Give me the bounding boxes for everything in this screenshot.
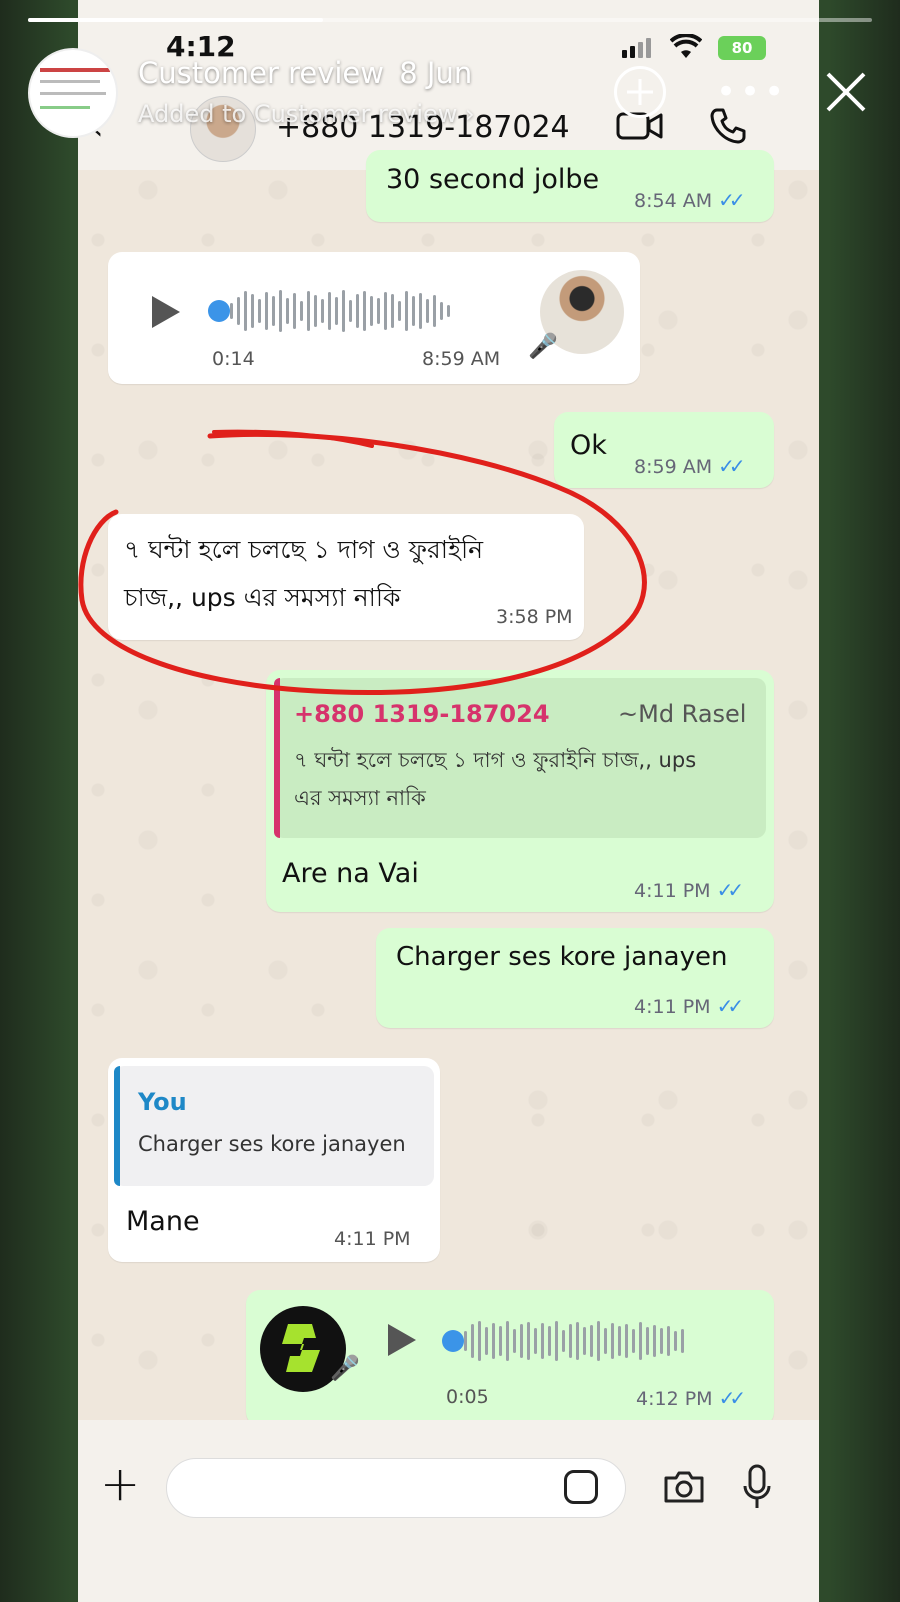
audio-waveform[interactable]	[230, 288, 450, 334]
message-text: 30 second jolbe	[386, 164, 600, 195]
message-text-line-2: চাজ,, ups এর সমস্যা নাকি	[124, 583, 401, 612]
mic-icon: 🎤	[528, 332, 558, 360]
story-date: 8 Jun	[399, 56, 473, 90]
story-subtitle[interactable]: Added to Customer review ›	[138, 100, 475, 128]
message-time: 3:58 PM	[496, 606, 573, 628]
message-input[interactable]	[166, 1458, 626, 1518]
message-time: 4:11 PM ✓✓	[634, 878, 744, 902]
quote-sender: You	[138, 1088, 187, 1116]
message-time: 8:59 AM	[422, 348, 501, 370]
message-bubble-incoming[interactable]: ৭ ঘন্টা হলে চলছে ১ দাগ ও ফুরাইনি চাজ,, u…	[108, 514, 584, 640]
audio-progress-dot[interactable]	[208, 300, 230, 322]
time-label: 4:11 PM	[634, 996, 711, 1018]
message-time: 4:12 PM ✓✓	[636, 1386, 746, 1410]
message-bubble-outgoing[interactable]: 30 second jolbe 8:54 AM ✓✓	[366, 150, 774, 222]
time-label: 8:54 AM	[634, 190, 713, 212]
read-ticks-icon: ✓✓	[718, 1386, 746, 1410]
reply-message-outgoing[interactable]: +880 1319-187024 ~Md Rasel ৭ ঘন্টা হলে চ…	[266, 670, 774, 912]
message-time: 8:54 AM ✓✓	[634, 188, 746, 212]
message-text: Charger ses kore janayen	[396, 942, 728, 972]
add-circle-icon[interactable]	[614, 66, 666, 118]
thumb-preview-line	[40, 92, 106, 95]
time-label: 8:59 AM	[634, 456, 713, 478]
microphone-icon[interactable]	[742, 1464, 772, 1510]
camera-icon[interactable]	[662, 1470, 706, 1504]
message-time: 4:11 PM ✓✓	[634, 994, 744, 1018]
more-icon[interactable]: •••	[716, 72, 788, 112]
chevron-right-icon: ›	[465, 100, 475, 128]
thumb-preview-line	[40, 106, 90, 109]
play-icon[interactable]	[388, 1324, 416, 1356]
plus-icon[interactable]: +	[100, 1456, 140, 1512]
read-ticks-icon: ✓✓	[716, 878, 744, 902]
whatsapp-screenshot: 4:12 80 ‹ +880 1319-187024 30 second jol…	[78, 0, 819, 1602]
quote-text-line-1: ৭ ঘন্টা হলে চলছে ১ দাগ ও ফুরাইনি চাজ,, u…	[294, 748, 697, 772]
audio-duration: 0:14	[212, 348, 255, 370]
story-overlay: Customer review 8 Jun Added to Customer …	[0, 0, 900, 150]
story-title-text: Customer review	[138, 56, 384, 90]
sticker-icon[interactable]	[564, 1470, 598, 1504]
message-time: 4:11 PM	[334, 1228, 411, 1250]
audio-duration: 0:05	[446, 1386, 489, 1408]
time-label: 4:12 PM	[636, 1388, 713, 1410]
quote-text: Charger ses kore janayen	[138, 1132, 406, 1156]
read-ticks-icon: ✓✓	[716, 994, 744, 1018]
story-subtitle-text: Added to Customer review	[138, 100, 458, 128]
message-text: Ok	[570, 430, 607, 461]
quote-sender: +880 1319-187024	[294, 700, 550, 728]
quoted-message[interactable]: You Charger ses kore janayen	[114, 1066, 434, 1186]
quote-bar	[274, 678, 280, 838]
message-bubble-outgoing[interactable]: Ok 8:59 AM ✓✓	[554, 412, 774, 488]
message-time: 8:59 AM ✓✓	[634, 454, 746, 478]
message-text: Are na Vai	[282, 858, 419, 889]
audio-waveform[interactable]	[464, 1318, 684, 1364]
message-input-bar: +	[78, 1420, 819, 1602]
thumb-preview-line	[40, 80, 100, 83]
story-progress-bar	[28, 18, 872, 22]
mic-icon: 🎤	[330, 1354, 360, 1382]
voice-message-outgoing[interactable]: 🎤 0:05 4:12 PM ✓✓	[246, 1290, 774, 1426]
story-progress-fill	[28, 18, 324, 22]
story-thumbnail[interactable]	[28, 48, 118, 138]
quote-bar	[114, 1066, 120, 1186]
message-text-line-1: ৭ ঘন্টা হলে চলছে ১ দাগ ও ফুরাইনি	[124, 535, 484, 564]
play-icon[interactable]	[152, 296, 180, 328]
thumb-preview	[40, 68, 110, 72]
story-title[interactable]: Customer review 8 Jun	[138, 56, 472, 90]
message-bubble-outgoing[interactable]: Charger ses kore janayen 4:11 PM ✓✓	[376, 928, 774, 1028]
quoted-message[interactable]: +880 1319-187024 ~Md Rasel ৭ ঘন্টা হলে চ…	[274, 678, 766, 838]
reply-message-incoming[interactable]: You Charger ses kore janayen Mane 4:11 P…	[108, 1058, 440, 1262]
message-text: Mane	[126, 1206, 200, 1237]
time-label: 4:11 PM	[634, 880, 711, 902]
read-ticks-icon: ✓✓	[718, 454, 745, 478]
close-icon[interactable]	[820, 66, 872, 118]
quote-text-line-2: এর সমস্যা নাকি	[294, 786, 426, 810]
read-ticks-icon: ✓✓	[718, 188, 745, 212]
voice-message-incoming[interactable]: 0:14 8:59 AM 🎤	[108, 252, 640, 384]
quote-name: ~Md Rasel	[618, 700, 747, 728]
audio-progress-dot[interactable]	[442, 1330, 464, 1352]
